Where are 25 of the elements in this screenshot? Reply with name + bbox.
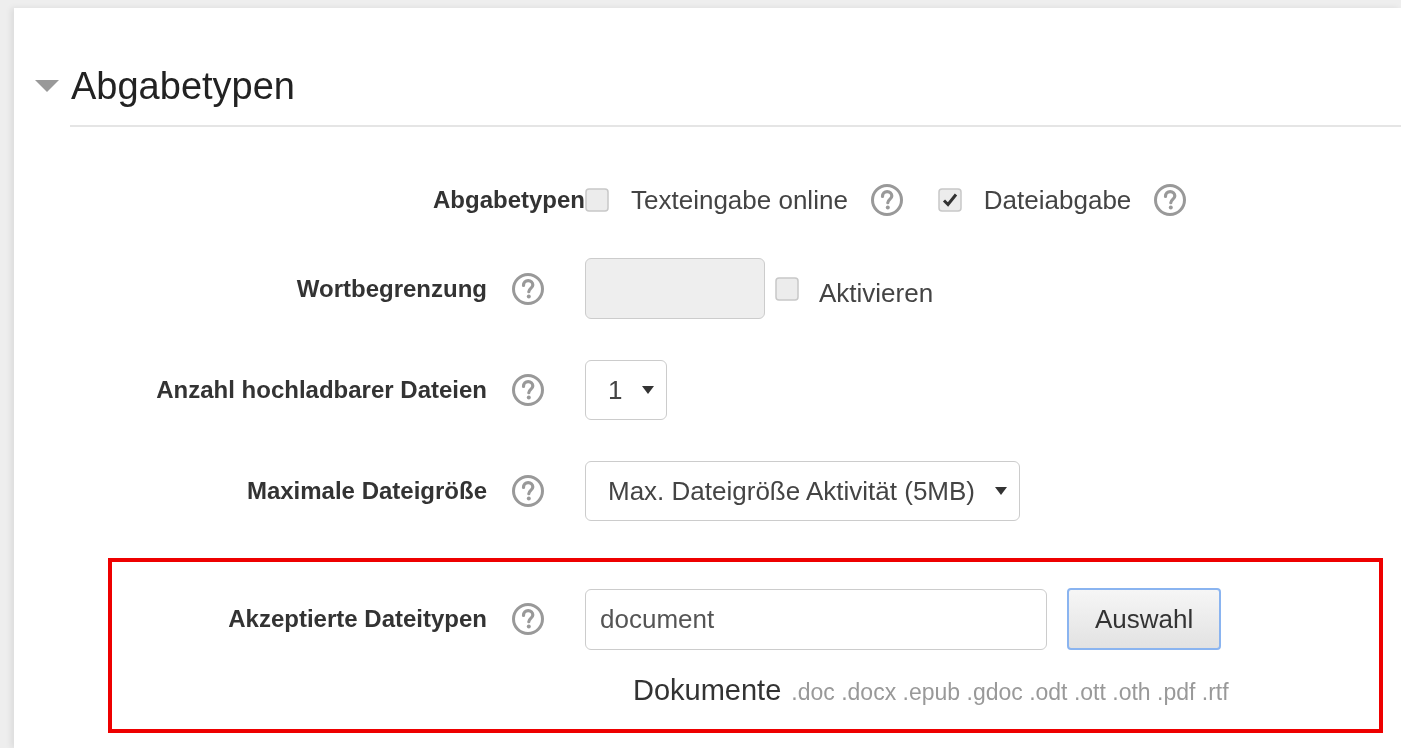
- file-extensions: .doc .docx .epub .gdoc .odt .ott .oth .pdf .rtf: [791, 679, 1229, 706]
- field-label: Maximale Dateigröße: [246, 477, 487, 505]
- collapse-caret-icon[interactable]: [35, 80, 59, 92]
- choose-button[interactable]: Auswahl: [1067, 588, 1222, 650]
- field-label: Akzeptierte Dateitypen: [228, 605, 487, 633]
- help-icon[interactable]: [511, 474, 545, 508]
- field-label: Anzahl hochladbarer Dateien: [156, 376, 487, 404]
- caret-icon: [995, 487, 1007, 495]
- option-label: Dateiabgabe: [983, 184, 1132, 216]
- help-icon[interactable]: [1153, 183, 1188, 217]
- option-label: Texteingabe online: [631, 184, 848, 216]
- checkbox[interactable]: [937, 188, 962, 212]
- select-field[interactable]: Max. Dateigröße Aktivität (5MB): [585, 461, 1020, 521]
- caret-icon: [642, 386, 655, 394]
- option-label: Aktivieren: [819, 278, 934, 309]
- select-field[interactable]: 1: [585, 360, 668, 420]
- field-label: Abgabetypen: [433, 186, 585, 214]
- help-icon[interactable]: [511, 373, 545, 407]
- help-icon[interactable]: [869, 183, 904, 217]
- section-title: Abgabetypen: [71, 64, 295, 109]
- file-types-field[interactable]: document: [585, 588, 1047, 650]
- field-label: Wortbegrenzung: [296, 274, 487, 303]
- file-group-name: Dokumente: [633, 674, 782, 707]
- checkbox[interactable]: [585, 188, 609, 212]
- help-icon[interactable]: [511, 602, 545, 636]
